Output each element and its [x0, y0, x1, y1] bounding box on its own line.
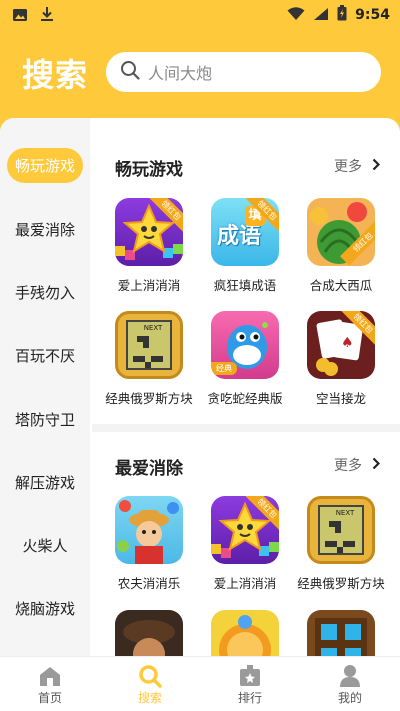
game-name: 经典俄罗斯方块	[297, 576, 385, 591]
more-button[interactable]: 更多	[334, 156, 381, 176]
sidebar-item-label: 百玩不厌	[14, 346, 75, 365]
tab-ranking[interactable]: 排行	[200, 663, 300, 706]
battery-icon	[337, 5, 347, 25]
watermelon-game-icon: 领红包	[307, 198, 375, 266]
sidebar-item-tafang[interactable]: 塔防守卫	[0, 399, 90, 439]
tab-label: 我的	[337, 691, 362, 705]
download-icon	[40, 6, 54, 26]
sidebar-item-label: 火柴人	[22, 536, 68, 555]
sidebar-item-label: 塔防守卫	[14, 410, 75, 429]
sidebar-item-baiwan[interactable]: 百玩不厌	[0, 335, 90, 375]
tab-profile[interactable]: 我的	[300, 663, 400, 706]
page-title: 搜索	[22, 56, 89, 94]
sidebar-item-changwan[interactable]: 畅玩游戏	[0, 145, 90, 185]
status-bar: 9:54	[0, 0, 400, 28]
game-name: 合成大西瓜	[309, 278, 373, 293]
svg-text:♠: ♠	[341, 335, 354, 351]
search-placeholder: 人间大炮	[148, 64, 213, 83]
game-list: 畅玩游戏 更多 领红包 爱上消消消 成语 填 领红包 疯狂填成语 领红包 合成大…	[92, 118, 400, 656]
search-input[interactable]: 人间大炮	[106, 52, 381, 92]
game-item[interactable]: 经典 贪吃蛇经典版	[200, 311, 290, 407]
sidebar-item-zuiai[interactable]: 最爱消除	[0, 209, 90, 249]
badge: 经典	[211, 362, 237, 375]
tetris-game-icon: NEXT	[307, 496, 375, 564]
sidebar-item-huochairen[interactable]: 火柴人	[0, 525, 90, 565]
home-icon	[0, 663, 100, 689]
section-divider	[92, 424, 400, 432]
section-title: 最爱消除	[115, 459, 183, 479]
chevron-right-icon	[372, 457, 381, 474]
game-name: 贪吃蛇经典版	[207, 391, 283, 406]
orange-game-icon	[211, 610, 279, 656]
sidebar-item-shoucan[interactable]: 手残勿入	[0, 272, 90, 312]
game-item[interactable]: 领红包 合成大西瓜	[296, 198, 386, 294]
game-name: 爱上消消消	[117, 278, 181, 293]
game-item[interactable]: ♠ 领红包 空当接龙	[296, 311, 386, 407]
tab-home[interactable]: 首页	[0, 663, 100, 706]
game-item[interactable]: 领红包 爱上消消消	[104, 198, 194, 294]
section-title: 畅玩游戏	[115, 160, 183, 180]
search-icon	[120, 60, 140, 84]
game-name: 爱上消消消	[213, 576, 277, 591]
star-game-icon: 领红包	[115, 198, 183, 266]
sidebar-item-label: 最爱消除	[14, 220, 75, 239]
sidebar-item-label: 手残勿入	[14, 283, 75, 302]
game-name: 经典俄罗斯方块	[105, 391, 193, 406]
tab-search[interactable]: 搜索	[100, 663, 200, 706]
icon-text: NEXT	[143, 324, 163, 332]
sidebar-item-label: 烧脑游戏	[14, 599, 75, 618]
sidebar-item-jieya[interactable]: 解压游戏	[0, 462, 90, 502]
snake-game-icon: 经典	[211, 311, 279, 379]
gem-game-icon	[307, 610, 375, 656]
game-name: 农夫消消乐	[117, 576, 181, 591]
cards-game-icon: ♠ 领红包	[307, 311, 375, 379]
more-label: 更多	[334, 159, 362, 175]
sidebar-item-shaonao[interactable]: 烧脑游戏	[0, 588, 90, 628]
more-label: 更多	[334, 458, 362, 474]
game-item[interactable]: NEXT 经典俄罗斯方块	[296, 496, 386, 592]
idiom-game-icon: 成语 填 领红包	[211, 198, 279, 266]
sidebar-item-label: 畅玩游戏	[6, 147, 83, 183]
game-item[interactable]: 成语 填 领红包 疯狂填成语	[200, 198, 290, 294]
chevron-right-icon	[372, 158, 381, 175]
game-name: 空当接龙	[315, 391, 366, 406]
tab-label: 排行	[237, 691, 262, 705]
ranking-icon	[200, 663, 300, 689]
image-icon	[12, 7, 28, 26]
game-item[interactable]	[296, 610, 386, 656]
game-item[interactable]: 农夫消消乐	[104, 496, 194, 592]
tab-label: 搜索	[137, 691, 162, 705]
farmer-game-icon	[115, 496, 183, 564]
game-item[interactable]: 领红包 爱上消消消	[200, 496, 290, 592]
star-game-icon: 领红包	[211, 496, 279, 564]
game-item[interactable]: NEXT 经典俄罗斯方块	[104, 311, 194, 407]
main-panel: 畅玩游戏 最爱消除 手残勿入 百玩不厌 塔防守卫 解压游戏 火柴人 烧脑游戏 畅…	[0, 118, 400, 656]
clock-time: 9:54	[355, 7, 390, 23]
more-button[interactable]: 更多	[334, 455, 381, 475]
game-name: 疯狂填成语	[213, 278, 277, 293]
header: 9:54 搜索 人间大炮	[0, 0, 400, 132]
user-icon	[300, 663, 400, 689]
pirate-game-icon	[115, 610, 183, 656]
sidebar-item-label: 解压游戏	[14, 473, 75, 492]
category-sidebar: 畅玩游戏 最爱消除 手残勿入 百玩不厌 塔防守卫 解压游戏 火柴人 烧脑游戏	[0, 118, 90, 656]
icon-text: NEXT	[335, 509, 355, 517]
wifi-icon	[287, 6, 305, 25]
tab-label: 首页	[37, 691, 62, 705]
game-item[interactable]	[104, 610, 194, 656]
search-icon	[100, 663, 200, 689]
tetris-game-icon: NEXT	[115, 311, 183, 379]
bottom-tab-bar: 首页 搜索 排行 我的	[0, 656, 400, 711]
signal-icon	[313, 6, 329, 25]
game-item[interactable]	[200, 610, 290, 656]
